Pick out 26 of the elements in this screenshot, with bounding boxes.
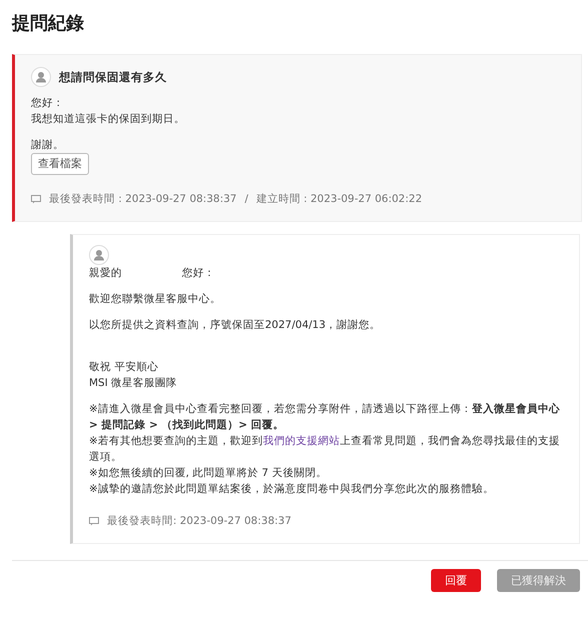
comment-icon <box>31 194 41 204</box>
view-file-button[interactable]: 查看檔案 <box>31 153 89 175</box>
note-text: ※如您無後續的回覆, 此問題單將於 7 天後關閉。 <box>89 466 328 481</box>
message-text: 敬祝 平安順心 <box>89 360 160 375</box>
message-text: 以您所提供之資料查詢，序號保固至2027/04/13，謝謝您。 <box>89 318 382 333</box>
note-text: ※誠摯的邀請您於此問題單結案後，於滿意度問卷中與我們分享您此次的服務體驗。 <box>89 482 495 497</box>
message-text: 您好： <box>31 96 65 111</box>
avatar-icon <box>89 245 109 265</box>
message-text: 我想知道這張卡的保固到期日。 <box>31 112 186 127</box>
message-text: MSI 微星客服團隊 <box>89 376 178 391</box>
page-title: 提問紀錄 <box>10 12 85 36</box>
note-text: ※請進入微星會員中心查看完整回覆，若您需分享附件，請透過以下路徑上傳：登入微星會員中心 > 提問記錄 > （找到此問題）> 回覆。 <box>89 402 561 433</box>
reply-button[interactable]: 回覆 <box>431 569 481 592</box>
message-text: 歡迎您聯繫微星客服中心。 <box>89 292 222 307</box>
timestamp-text: 建立時間 : 2023-09-27 06:02:22 <box>256 192 422 207</box>
comment-icon <box>89 516 99 526</box>
greeting-text: 您好： <box>182 266 215 281</box>
timestamp-text: / <box>244 192 248 207</box>
greeting-text: 親愛的 <box>89 266 122 281</box>
question-title: 想請問保固還有多久 <box>59 69 167 85</box>
avatar-icon <box>31 67 51 87</box>
support-site-link[interactable]: 我們的支援網站 <box>262 435 340 447</box>
timestamp-text: 最後發表時間 : 2023-09-27 08:38:37 <box>49 192 237 207</box>
note-text: ※若有其他想要查詢的主題，歡迎到我們的支援網站上查看常見問題，我們會為您尋找最佳的支援選項。 <box>89 434 561 465</box>
timestamp-text: 最後發表時間: 2023-09-27 08:38:37 <box>107 514 292 529</box>
message-text: 謝謝。 <box>31 138 65 153</box>
